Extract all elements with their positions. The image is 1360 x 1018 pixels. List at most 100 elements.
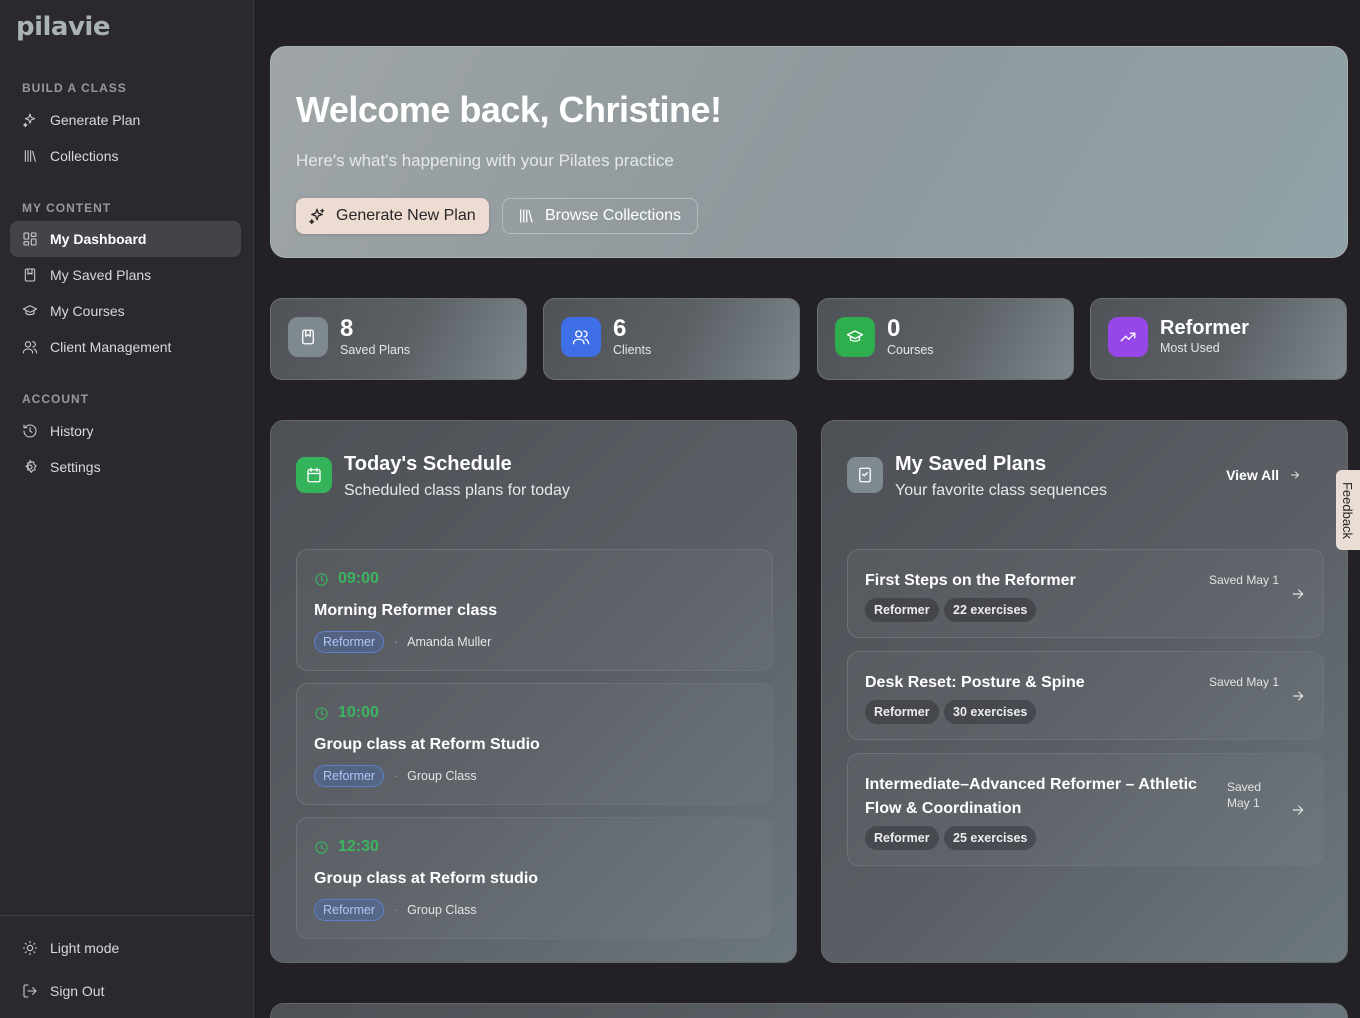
arrow-right-icon — [1290, 802, 1306, 818]
sidebar-item-client-management[interactable]: Client Management — [10, 329, 241, 365]
browse-collections-label: Browse Collections — [545, 207, 682, 224]
arrow-right-icon — [1291, 471, 1299, 479]
schedule-meta-text: Amanda Muller — [407, 635, 492, 649]
sign-out-icon — [22, 983, 38, 999]
schedule-meta-text: Group Class — [407, 903, 477, 917]
generate-new-plan-label: Generate New Plan — [336, 207, 476, 224]
sidebar-item-my-courses[interactable]: My Courses — [10, 293, 241, 329]
schedule-class-name: Group class at Reform studio — [314, 870, 539, 887]
sidebar-item-label: Generate Plan — [50, 112, 141, 128]
history-icon — [22, 423, 38, 439]
light-mode-toggle[interactable]: Light mode — [10, 930, 241, 966]
feedback-tab[interactable]: Feedback — [1336, 470, 1360, 550]
schedule-tag: Reformer — [314, 765, 385, 787]
light-mode-label: Light mode — [50, 940, 120, 956]
stat-card-saved-plans[interactable]: 8 Saved Plans — [270, 298, 527, 380]
page-title: Welcome back, Christine! — [296, 89, 722, 130]
plan-exercise-count: 30 exercises — [944, 700, 1037, 724]
bookmark-icon — [847, 457, 883, 493]
clock-icon — [315, 840, 328, 854]
plan-tag: Reformer — [865, 700, 939, 724]
schedule-time-text: 10:00 — [338, 704, 379, 721]
stat-card-clients[interactable]: 6 Clients — [543, 298, 800, 380]
plan-exercise-count: 25 exercises — [944, 826, 1037, 850]
sun-icon — [22, 940, 38, 956]
library-icon — [520, 209, 533, 223]
graduation-cap-icon — [22, 303, 38, 319]
hero-subtitle: Here's what's happening with your Pilate… — [296, 151, 674, 170]
bottom-panel — [270, 1003, 1348, 1018]
gear-icon — [22, 459, 38, 475]
schedule-time: 10:00 — [314, 704, 379, 722]
sidebar-item-history[interactable]: History — [10, 413, 241, 449]
sidebar-item-settings[interactable]: Settings — [10, 449, 241, 485]
stat-value: 6 — [613, 315, 627, 342]
stat-value: Reformer — [1160, 317, 1249, 339]
sign-out-button[interactable]: Sign Out — [10, 973, 241, 1009]
sidebar-item-my-dashboard[interactable]: My Dashboard — [10, 221, 241, 257]
schedule-item[interactable]: 10:00 Group class at Reform Studio Refor… — [296, 683, 773, 805]
section-title-build-a-class: BUILD A CLASS — [22, 81, 127, 95]
plan-saved-date: Saved May 1 — [1208, 675, 1279, 689]
bookmark-icon — [22, 267, 38, 283]
plan-title-line: Flow & Coordination — [865, 800, 1022, 817]
schedule-time: 12:30 — [314, 838, 379, 856]
sidebar-item-label: My Saved Plans — [50, 267, 152, 283]
sidebar-item-my-saved-plans[interactable]: My Saved Plans — [10, 257, 241, 293]
section-title-my-content: MY CONTENT — [22, 201, 112, 215]
plan-tag: Reformer — [865, 826, 939, 850]
stat-card-most-used[interactable]: Reformer Most Used — [1090, 298, 1347, 380]
schedule-time-text: 12:30 — [338, 838, 379, 855]
users-icon — [561, 317, 601, 357]
bookmark-icon — [288, 317, 328, 357]
schedule-meta: · Group Class — [394, 903, 477, 917]
sidebar-item-label: Settings — [50, 459, 101, 475]
schedule-tag: Reformer — [314, 631, 385, 653]
stat-label: Most Used — [1160, 341, 1220, 355]
calendar-icon — [296, 457, 332, 493]
sidebar-item-label: My Dashboard — [50, 231, 147, 247]
sidebar-item-generate-plan[interactable]: Generate Plan — [10, 102, 241, 138]
app-logo[interactable]: pilavie — [16, 12, 110, 42]
panel-title: Today's Schedule — [344, 453, 512, 475]
schedule-item[interactable]: 12:30 Group class at Reform studio Refor… — [296, 817, 773, 939]
schedule-tag: Reformer — [314, 899, 385, 921]
clock-icon — [315, 572, 328, 586]
graduation-cap-icon — [835, 317, 875, 357]
sidebar: pilavie BUILD A CLASS Generate Plan Coll… — [0, 0, 254, 1018]
panel-subtitle: Scheduled class plans for today — [344, 482, 570, 499]
browse-collections-button[interactable]: Browse Collections — [502, 198, 698, 234]
saved-plan-item[interactable]: Desk Reset: Posture & Spine Saved May 1 … — [847, 651, 1324, 740]
users-icon — [22, 339, 38, 355]
welcome-hero: Welcome back, Christine! Here's what's h… — [270, 46, 1348, 258]
schedule-item[interactable]: 09:00 Morning Reformer class Reformer · A… — [296, 549, 773, 671]
trending-up-icon — [1108, 317, 1148, 357]
saved-plan-item[interactable]: First Steps on the Reformer Saved May 1 … — [847, 549, 1324, 638]
sidebar-divider — [0, 915, 254, 916]
sign-out-label: Sign Out — [50, 983, 105, 999]
plan-title: Desk Reset: Posture & Spine — [865, 674, 1085, 691]
plan-exercise-count: 22 exercises — [944, 598, 1037, 622]
view-all-label: View All — [1226, 467, 1279, 483]
sparkles-icon — [22, 112, 38, 128]
stat-value: 0 — [887, 315, 901, 342]
schedule-class-name: Group class at Reform Studio — [314, 736, 540, 753]
schedule-time-text: 09:00 — [338, 570, 379, 587]
stat-card-courses[interactable]: 0 Courses — [817, 298, 1074, 380]
saved-plan-item[interactable]: Intermediate–Advanced Reformer – Athleti… — [847, 753, 1324, 866]
sparkles-icon — [309, 208, 325, 225]
plan-title: First Steps on the Reformer — [865, 572, 1076, 589]
generate-new-plan-button[interactable]: Generate New Plan — [296, 198, 489, 234]
plan-saved-date-line: May 1 — [1227, 796, 1260, 810]
view-all-link[interactable]: View All — [1226, 467, 1301, 483]
panel-subtitle: Your favorite class sequences — [895, 482, 1107, 499]
schedule-meta-text: Group Class — [407, 769, 477, 783]
schedule-class-name: Morning Reformer class — [314, 602, 498, 619]
stat-label: Courses — [887, 343, 934, 357]
sidebar-item-label: Client Management — [50, 339, 172, 355]
stat-value: 8 — [340, 315, 354, 342]
plan-saved-date: Saved May 1 — [1227, 779, 1261, 811]
sidebar-item-collections[interactable]: Collections — [10, 138, 241, 174]
arrow-right-icon — [1290, 586, 1306, 602]
todays-schedule-panel: Today's Schedule Scheduled class plans f… — [270, 420, 797, 963]
